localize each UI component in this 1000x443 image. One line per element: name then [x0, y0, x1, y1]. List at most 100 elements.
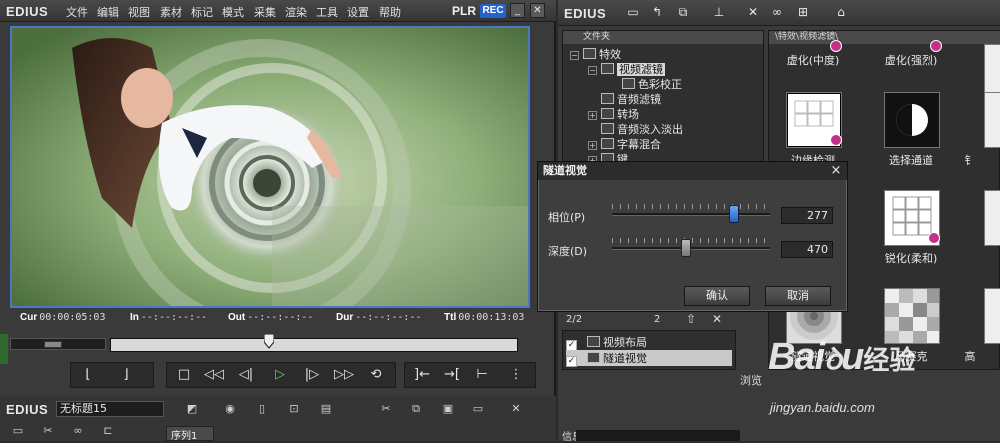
applied-fx-tunnel-vision[interactable]: ✓ 隧道视觉: [566, 350, 732, 367]
trim-icon[interactable]: ⊢: [470, 364, 494, 386]
fx-label-blur-strong: 虚化(强烈): [884, 54, 938, 67]
effect-icon[interactable]: ◩: [184, 402, 200, 416]
sequence-tab[interactable]: 序列1: [166, 426, 214, 442]
move-up-icon[interactable]: ⇧: [686, 312, 696, 326]
loop-icon[interactable]: ⟲: [364, 364, 388, 386]
more-tools-icon[interactable]: ⋮: [504, 364, 528, 386]
menu-view[interactable]: 视图: [128, 4, 150, 20]
menu-file[interactable]: 文件: [66, 4, 88, 20]
fx-thumb-select-channel[interactable]: [884, 92, 940, 148]
cut-icon[interactable]: ✂: [378, 402, 394, 416]
timecode-in: In --:--:--:--: [130, 312, 208, 323]
tree-item-audio-filters[interactable]: 音频滤镜: [601, 91, 661, 107]
depth-slider-knob[interactable]: [681, 239, 692, 257]
cancel-button[interactable]: 取消: [765, 286, 831, 306]
minimize-button[interactable]: _: [510, 3, 525, 18]
depth-value[interactable]: 470: [781, 241, 833, 258]
plr-mode-toggle[interactable]: PLR: [452, 4, 476, 18]
ripple-icon[interactable]: ▭: [470, 402, 486, 416]
player-app-logo: EDIUS: [6, 4, 49, 19]
razor-icon[interactable]: ✂: [40, 424, 56, 438]
apply-icon[interactable]: ⊥: [710, 5, 728, 21]
menu-clip[interactable]: 素材: [160, 4, 182, 20]
sync-icon[interactable]: ⊏: [100, 424, 116, 438]
menu-settings[interactable]: 设置: [347, 4, 369, 20]
phase-value[interactable]: 277: [781, 207, 833, 224]
up-folder-icon[interactable]: ↰: [648, 5, 666, 21]
phase-label: 相位(P): [548, 211, 586, 224]
applied-fx-video-layout[interactable]: ✓ 视频布局: [566, 334, 732, 351]
close-button[interactable]: ✕: [530, 3, 545, 18]
set-in-icon[interactable]: ⌊: [76, 364, 100, 386]
shuttle-knob[interactable]: [44, 341, 62, 348]
step-forward-icon[interactable]: |▷: [300, 364, 324, 386]
insert-icon[interactable]: ]←: [410, 364, 434, 386]
applied-fx-toolbar: [562, 312, 732, 330]
watermark-brand: Bai: [768, 336, 825, 378]
tree-item-audio-fades[interactable]: 音频淡入淡出: [601, 121, 683, 137]
fx-badge-icon: [928, 232, 940, 244]
timecode-out: Out --:--:--:--: [228, 312, 314, 323]
tree-item-color-correction[interactable]: 色彩校正: [622, 76, 682, 92]
tree-item-effects[interactable]: − 特效: [570, 46, 621, 62]
fx-thumb-partial[interactable]: [984, 190, 1000, 246]
step-back-icon[interactable]: ◁|: [234, 364, 258, 386]
new-file-icon[interactable]: ▯: [254, 402, 270, 416]
tree-item-title-mixers[interactable]: + 字幕混合: [588, 136, 661, 152]
timecode-dur: Dur --:--:--:--: [336, 312, 422, 323]
split-icon[interactable]: ✕: [508, 402, 524, 416]
menu-capture[interactable]: 采集: [254, 4, 276, 20]
fx-thumb-partial[interactable]: [984, 288, 1000, 344]
set-out-icon[interactable]: ⌋: [114, 364, 138, 386]
menu-render[interactable]: 渲染: [285, 4, 307, 20]
lock-icon[interactable]: ⌂: [832, 5, 850, 21]
track-tool-icon[interactable]: ▭: [10, 424, 26, 438]
playhead-marker[interactable]: [264, 334, 274, 350]
dialog-close-icon[interactable]: ×: [828, 163, 844, 179]
delete-icon[interactable]: ✕: [744, 5, 762, 21]
effects-grid-path: \特效\视频滤镜\: [769, 31, 1000, 44]
open-icon[interactable]: ⊡: [286, 402, 302, 416]
camera-icon[interactable]: ◉: [222, 402, 238, 416]
folder-icon[interactable]: ▭: [624, 5, 642, 21]
watermark-url: jingyan.baidu.com: [770, 400, 875, 415]
layout-icon[interactable]: ⊞: [794, 5, 812, 21]
phase-slider[interactable]: [612, 213, 770, 216]
paste-icon[interactable]: ▣: [440, 402, 456, 416]
fx-badge-icon: [930, 40, 942, 52]
rewind-icon[interactable]: ◁◁: [202, 364, 226, 386]
play-icon[interactable]: ▷: [268, 364, 292, 386]
phase-slider-knob[interactable]: [728, 205, 739, 223]
watermark-brand-cn: 经验: [863, 346, 916, 376]
info-panel: [576, 430, 740, 441]
menu-edit[interactable]: 编辑: [97, 4, 119, 20]
fx-label-partial: 钅: [964, 154, 976, 167]
menu-help[interactable]: 帮助: [379, 4, 401, 20]
fx-thumb-partial[interactable]: [984, 92, 1000, 148]
fx-label-sharpen-soft: 锐化(柔和): [884, 252, 938, 265]
fast-forward-icon[interactable]: ▷▷: [332, 364, 356, 386]
project-name-field[interactable]: 无标题15: [56, 401, 164, 417]
position-bar[interactable]: [110, 338, 518, 352]
tree-item-video-filters[interactable]: − 视频滤镜: [588, 61, 665, 77]
save-icon[interactable]: ▤: [318, 402, 334, 416]
tree-item-transitions[interactable]: + 转场: [588, 106, 639, 122]
link-icon[interactable]: ∞: [70, 424, 86, 438]
baidu-watermark: Baiꝺu经验: [768, 336, 915, 379]
stop-icon[interactable]: □: [172, 364, 196, 386]
fx-badge-icon: [830, 134, 842, 146]
preview-image: [12, 28, 528, 306]
applied-count-2: 2: [654, 314, 661, 325]
remove-icon[interactable]: ✕: [712, 312, 722, 326]
view-icon[interactable]: ⧉: [674, 5, 692, 21]
overwrite-icon[interactable]: →[: [440, 364, 464, 386]
menu-mode[interactable]: 模式: [222, 4, 244, 20]
menu-marker[interactable]: 标记: [191, 4, 213, 20]
browse-tab[interactable]: 浏览: [740, 372, 762, 388]
menu-tools[interactable]: 工具: [316, 4, 338, 20]
rec-mode-toggle[interactable]: REC: [480, 4, 506, 18]
applied-count: 2/2: [566, 314, 583, 325]
link-fx-icon[interactable]: ∞: [768, 5, 786, 21]
copy-icon[interactable]: ⧉: [408, 402, 424, 416]
ok-button[interactable]: 确认: [684, 286, 750, 306]
